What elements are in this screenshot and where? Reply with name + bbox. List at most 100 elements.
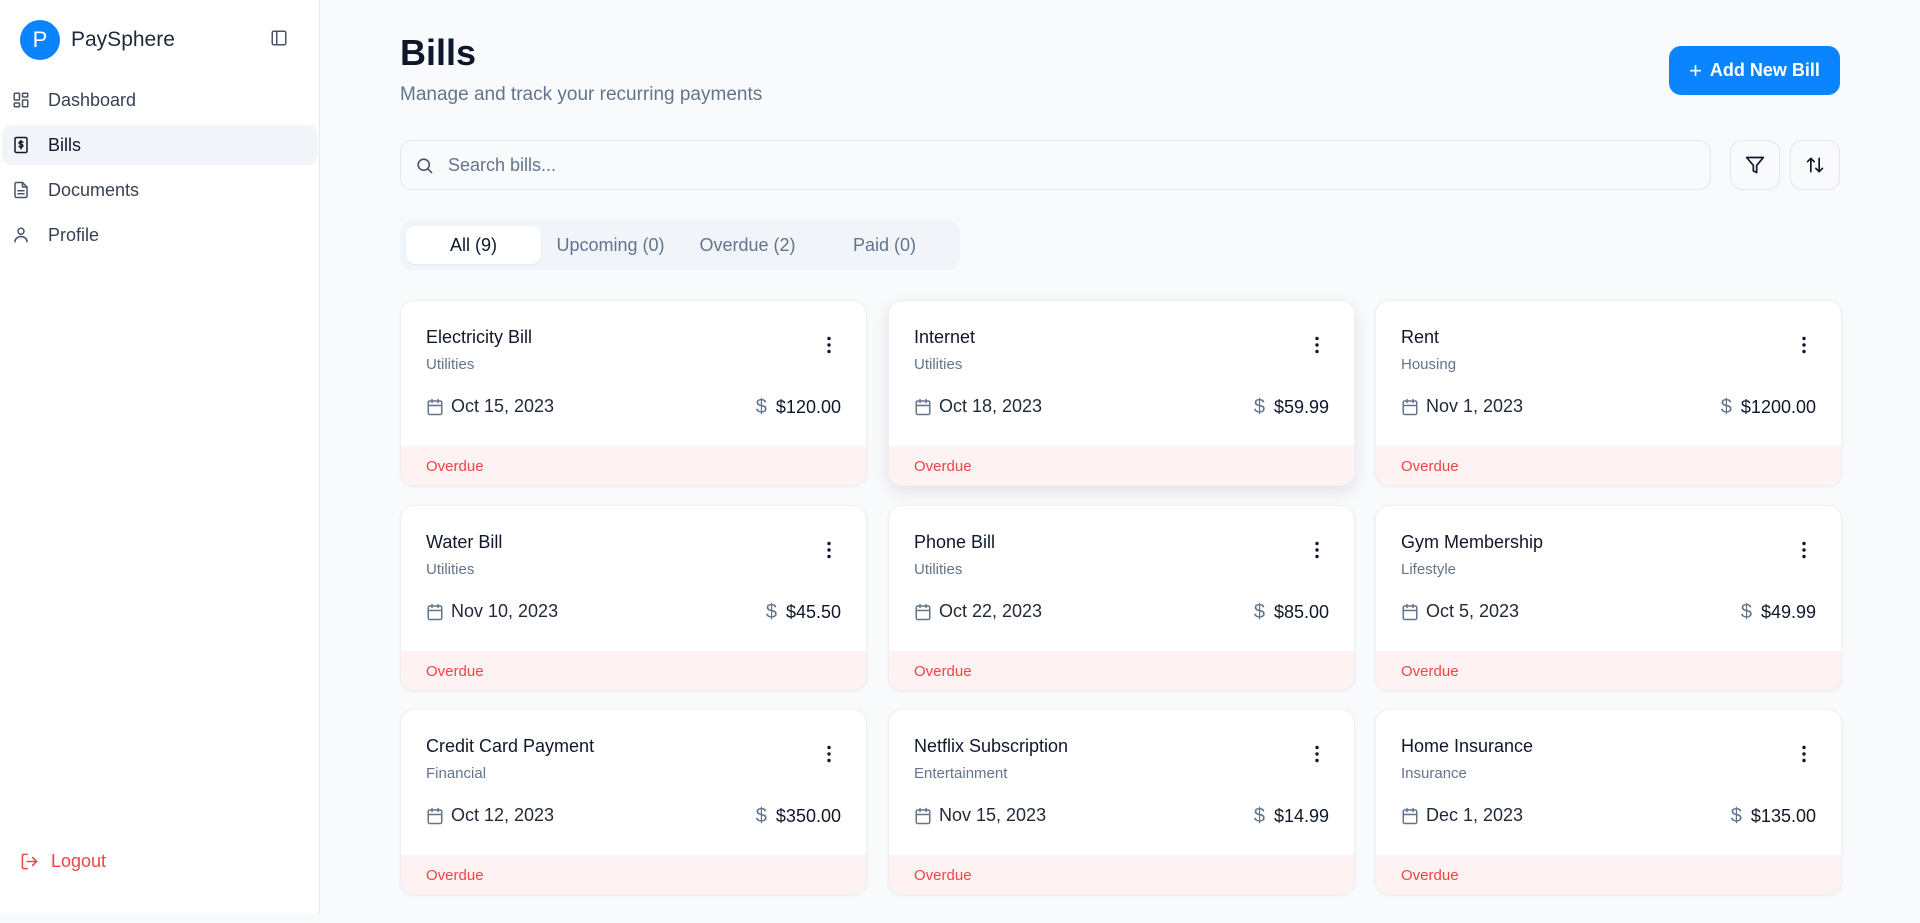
tab-upcoming[interactable]: Upcoming (0)	[543, 226, 678, 264]
status-badge: Overdue	[889, 446, 1354, 485]
more-options-button[interactable]	[1794, 335, 1814, 355]
dollar-icon: $	[755, 805, 767, 827]
bill-title: Electricity Bill	[426, 327, 533, 347]
bill-date-text: Dec 1, 2023	[1426, 805, 1524, 825]
dollar-icon: $	[1720, 396, 1732, 418]
sidebar-item-label: Documents	[48, 179, 140, 200]
bill-amount: $ $49.99	[1741, 601, 1816, 624]
bill-card[interactable]: Electricity Bill Utilities Oct 15, 2023 …	[400, 300, 867, 486]
bill-title: Home Insurance	[1401, 736, 1534, 756]
bill-date-text: Nov 15, 2023	[939, 805, 1047, 825]
more-options-button[interactable]	[819, 335, 839, 355]
bill-amount: $ $14.99	[1254, 805, 1329, 828]
search-input[interactable]	[448, 154, 1648, 176]
calendar-icon	[915, 807, 931, 824]
bill-card[interactable]: Water Bill Utilities Nov 10, 2023 $ $45.…	[400, 505, 867, 691]
bill-icon	[12, 136, 30, 154]
logout-button[interactable]: Logout	[20, 851, 106, 872]
bill-card[interactable]: Home Insurance Insurance Dec 1, 2023 $ $…	[1375, 709, 1842, 895]
calendar-icon	[915, 603, 931, 620]
calendar-icon	[427, 807, 443, 824]
sort-icon	[1806, 157, 1824, 173]
bill-amount-text: $45.50	[785, 602, 841, 622]
sidebar-item-label: Dashboard	[48, 89, 137, 110]
search-icon	[417, 157, 433, 173]
more-vertical-icon	[1315, 745, 1319, 763]
more-options-button[interactable]	[1307, 744, 1327, 764]
tab-overdue[interactable]: Overdue (2)	[680, 226, 815, 264]
bill-category: Housing	[1401, 356, 1457, 373]
bill-title: Gym Membership	[1401, 532, 1544, 552]
bill-due-date: Oct 15, 2023	[426, 396, 554, 417]
calendar-icon	[1402, 398, 1418, 415]
add-new-bill-label: Add New Bill	[1709, 60, 1820, 80]
bill-category: Entertainment	[914, 765, 1008, 782]
bill-title: Internet	[914, 327, 976, 347]
bill-due-date: Nov 10, 2023	[426, 601, 558, 622]
calendar-icon	[1402, 603, 1418, 620]
more-options-button[interactable]	[819, 540, 839, 560]
bill-amount-text: $120.00	[775, 397, 841, 417]
bill-due-date: Dec 1, 2023	[1401, 805, 1523, 826]
plus-icon: +	[1689, 57, 1702, 83]
sidebar-toggle-button[interactable]	[268, 27, 290, 49]
status-badge: Overdue	[1376, 855, 1841, 894]
sidebar-item-label: Profile	[48, 224, 100, 245]
bill-amount-text: $14.99	[1273, 806, 1329, 826]
more-vertical-icon	[1802, 541, 1806, 559]
sidebar-item-dashboard[interactable]: Dashboard	[2, 80, 318, 120]
dollar-icon: $	[755, 396, 767, 418]
bill-title: Credit Card Payment	[426, 736, 595, 756]
dollar-icon: $	[1253, 601, 1265, 623]
status-badge: Overdue	[401, 446, 866, 485]
add-new-bill-button[interactable]: + Add New Bill	[1669, 46, 1840, 95]
bill-date-text: Oct 18, 2023	[939, 396, 1043, 416]
more-vertical-icon	[827, 336, 831, 354]
dollar-icon: $	[1730, 805, 1742, 827]
user-icon	[12, 226, 30, 244]
sidebar-item-profile[interactable]: Profile	[2, 215, 318, 255]
tab-all[interactable]: All (9)	[406, 226, 541, 264]
more-options-button[interactable]	[1307, 540, 1327, 560]
bill-amount-text: $1200.00	[1740, 397, 1816, 417]
bill-category: Utilities	[914, 561, 963, 578]
bill-amount: $ $1200.00	[1721, 396, 1816, 419]
bill-due-date: Nov 15, 2023	[914, 805, 1046, 826]
more-vertical-icon	[1315, 336, 1319, 354]
bill-date-text: Oct 5, 2023	[1426, 601, 1520, 621]
status-badge: Overdue	[401, 855, 866, 894]
bill-card[interactable]: Internet Utilities Oct 18, 2023 $ $59.99…	[888, 300, 1355, 486]
bill-amount-text: $49.99	[1760, 602, 1816, 622]
sidebar-item-documents[interactable]: Documents	[2, 170, 318, 210]
dollar-icon: $	[1253, 396, 1265, 418]
bill-date-text: Nov 10, 2023	[451, 601, 559, 621]
bill-amount: $ $59.99	[1254, 396, 1329, 419]
tab-paid[interactable]: Paid (0)	[817, 226, 952, 264]
calendar-icon	[915, 398, 931, 415]
bill-due-date: Oct 5, 2023	[1401, 601, 1519, 622]
bill-card[interactable]: Credit Card Payment Financial Oct 12, 20…	[400, 709, 867, 895]
bill-title: Rent	[1401, 327, 1440, 347]
calendar-icon	[427, 603, 443, 620]
filter-button[interactable]	[1730, 140, 1780, 190]
logout-label: Logout	[51, 851, 107, 871]
calendar-icon	[427, 398, 443, 415]
more-options-button[interactable]	[1307, 335, 1327, 355]
more-options-button[interactable]	[819, 744, 839, 764]
bill-card[interactable]: Phone Bill Utilities Oct 22, 2023 $ $85.…	[888, 505, 1355, 691]
sidebar: P PaySphere Dashboard Bills Documents Pr…	[0, 0, 320, 913]
sort-button[interactable]	[1790, 140, 1840, 190]
more-options-button[interactable]	[1794, 744, 1814, 764]
more-vertical-icon	[827, 541, 831, 559]
bill-card[interactable]: Gym Membership Lifestyle Oct 5, 2023 $ $…	[1375, 505, 1842, 691]
brand[interactable]: P PaySphere	[20, 20, 175, 60]
bill-title: Netflix Subscription	[914, 736, 1069, 756]
bill-amount-text: $85.00	[1273, 602, 1329, 622]
bill-amount-text: $135.00	[1750, 806, 1816, 826]
bill-card[interactable]: Rent Housing Nov 1, 2023 $ $1200.00 Over…	[1375, 300, 1842, 486]
more-options-button[interactable]	[1794, 540, 1814, 560]
sidebar-item-bills[interactable]: Bills	[2, 125, 318, 165]
bill-due-date: Oct 22, 2023	[914, 601, 1042, 622]
bill-category: Utilities	[426, 356, 475, 373]
bill-card[interactable]: Netflix Subscription Entertainment Nov 1…	[888, 709, 1355, 895]
